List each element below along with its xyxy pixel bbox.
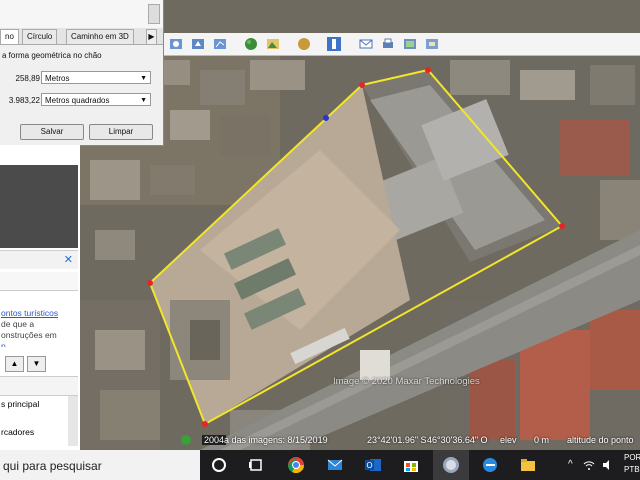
longitude: 46°30'36.64" O xyxy=(427,435,488,445)
area-unit-label: Metros quadrados xyxy=(45,96,110,105)
image-overlay-icon[interactable] xyxy=(265,36,281,52)
wifi-icon[interactable] xyxy=(583,459,595,471)
add-path-icon[interactable] xyxy=(212,36,228,52)
hand-tool-icon[interactable] xyxy=(168,36,184,52)
sidebar-text: onstruções em xyxy=(1,330,57,340)
save-button[interactable]: Salvar xyxy=(20,124,84,140)
imagery-year: 2004 xyxy=(202,435,227,445)
area-unit-select[interactable]: Metros quadrados ▼ xyxy=(41,93,151,106)
area-value: 3.983,22 xyxy=(8,96,40,105)
language-indicator[interactable]: POR xyxy=(624,453,640,462)
taskbar: qui para pesquisar O ^ POR PTB xyxy=(0,450,640,480)
vertex-marker[interactable] xyxy=(559,223,565,229)
cortana-icon[interactable] xyxy=(210,456,228,474)
ruler-instructions: a forma geométrica no chão xyxy=(2,51,102,60)
globe-icon[interactable] xyxy=(243,36,259,52)
imagery-date: a das imagens: 8/15/2019 xyxy=(224,435,328,445)
ruler-dialog: no Círculo Caminho em 3D ▶ a forma geomé… xyxy=(0,0,164,146)
move-up-button[interactable]: ▲ xyxy=(5,356,24,372)
chevron-down-icon: ▼ xyxy=(140,75,147,82)
store-icon[interactable] xyxy=(402,456,420,474)
tab-polygon[interactable]: no xyxy=(0,29,19,44)
record-tour-icon[interactable] xyxy=(296,36,312,52)
historical-imagery-icon[interactable] xyxy=(180,434,192,446)
mail-icon[interactable] xyxy=(326,456,344,474)
outlook-icon[interactable]: O xyxy=(364,456,382,474)
file-explorer-icon[interactable] xyxy=(519,456,537,474)
print-icon[interactable] xyxy=(380,36,396,52)
close-icon[interactable]: ✕ xyxy=(64,253,73,266)
vertex-marker[interactable] xyxy=(202,421,208,427)
sidebar-scrollbar[interactable] xyxy=(68,396,78,446)
sidebar-field[interactable] xyxy=(0,272,78,291)
perimeter-unit-label: Metros xyxy=(45,74,70,83)
map-copyright: Image © 2020 Maxar Technologies xyxy=(333,376,480,387)
add-placemark-icon[interactable] xyxy=(190,36,206,52)
tab-circle[interactable]: Círculo xyxy=(22,29,58,44)
taskbar-search[interactable]: qui para pesquisar xyxy=(0,450,200,480)
sidebar-search-results xyxy=(0,165,78,248)
svg-text:O: O xyxy=(366,461,372,470)
vertex-marker[interactable] xyxy=(323,115,329,121)
latitude: 23°42'01.96" S xyxy=(367,435,427,445)
vertex-marker[interactable] xyxy=(425,67,431,73)
ruler-icon[interactable] xyxy=(326,36,342,52)
tab-scroll-right-icon[interactable]: ▶ xyxy=(146,29,157,45)
sidebar-more-link[interactable]: p... xyxy=(1,341,13,347)
save-image-icon[interactable] xyxy=(402,36,418,52)
status-bar: 2004 a das imagens: 8/15/2019 23°42'01.9… xyxy=(180,431,640,450)
sidebar-text: de que a xyxy=(1,319,35,329)
layers-header: ✕ xyxy=(0,250,78,269)
toolbar xyxy=(163,33,640,56)
layers-panel-header xyxy=(0,376,78,396)
clear-button[interactable]: Limpar xyxy=(89,124,153,140)
tourist-spots-link[interactable]: ontos turísticos xyxy=(1,308,58,318)
email-icon[interactable] xyxy=(358,36,374,52)
eye-altitude: altitude do ponto xyxy=(567,435,634,445)
chevron-down-icon: ▼ xyxy=(140,97,147,104)
taskbar-search-text: qui para pesquisar xyxy=(3,459,102,473)
layer-primary-database[interactable]: s principal xyxy=(1,399,39,409)
dialog-titlebar xyxy=(0,0,163,28)
vertex-marker[interactable] xyxy=(147,280,153,286)
dialog-scroll-handle[interactable] xyxy=(148,4,160,24)
vertex-marker[interactable] xyxy=(359,82,365,88)
move-down-button[interactable]: ▼ xyxy=(27,356,46,372)
volume-icon[interactable] xyxy=(602,459,614,471)
google-earth-icon[interactable] xyxy=(442,456,460,474)
perimeter-value: 258,89 xyxy=(15,74,40,83)
task-view-icon[interactable] xyxy=(247,456,265,474)
elevation-label: elev xyxy=(500,435,517,445)
perimeter-unit-select[interactable]: Metros ▼ xyxy=(41,71,151,84)
ruler-tabs: no Círculo Caminho em 3D ▶ xyxy=(0,28,163,45)
keyboard-layout[interactable]: PTB xyxy=(624,465,640,474)
edge-icon[interactable] xyxy=(481,456,499,474)
layer-markers[interactable]: rcadores xyxy=(1,427,34,437)
tab-3d-path[interactable]: Caminho em 3D xyxy=(66,29,134,44)
tray-chevron-icon[interactable]: ^ xyxy=(568,459,573,470)
chrome-icon[interactable] xyxy=(287,456,305,474)
elevation-value: 0 m xyxy=(534,435,550,445)
maps-view-icon[interactable] xyxy=(424,36,440,52)
